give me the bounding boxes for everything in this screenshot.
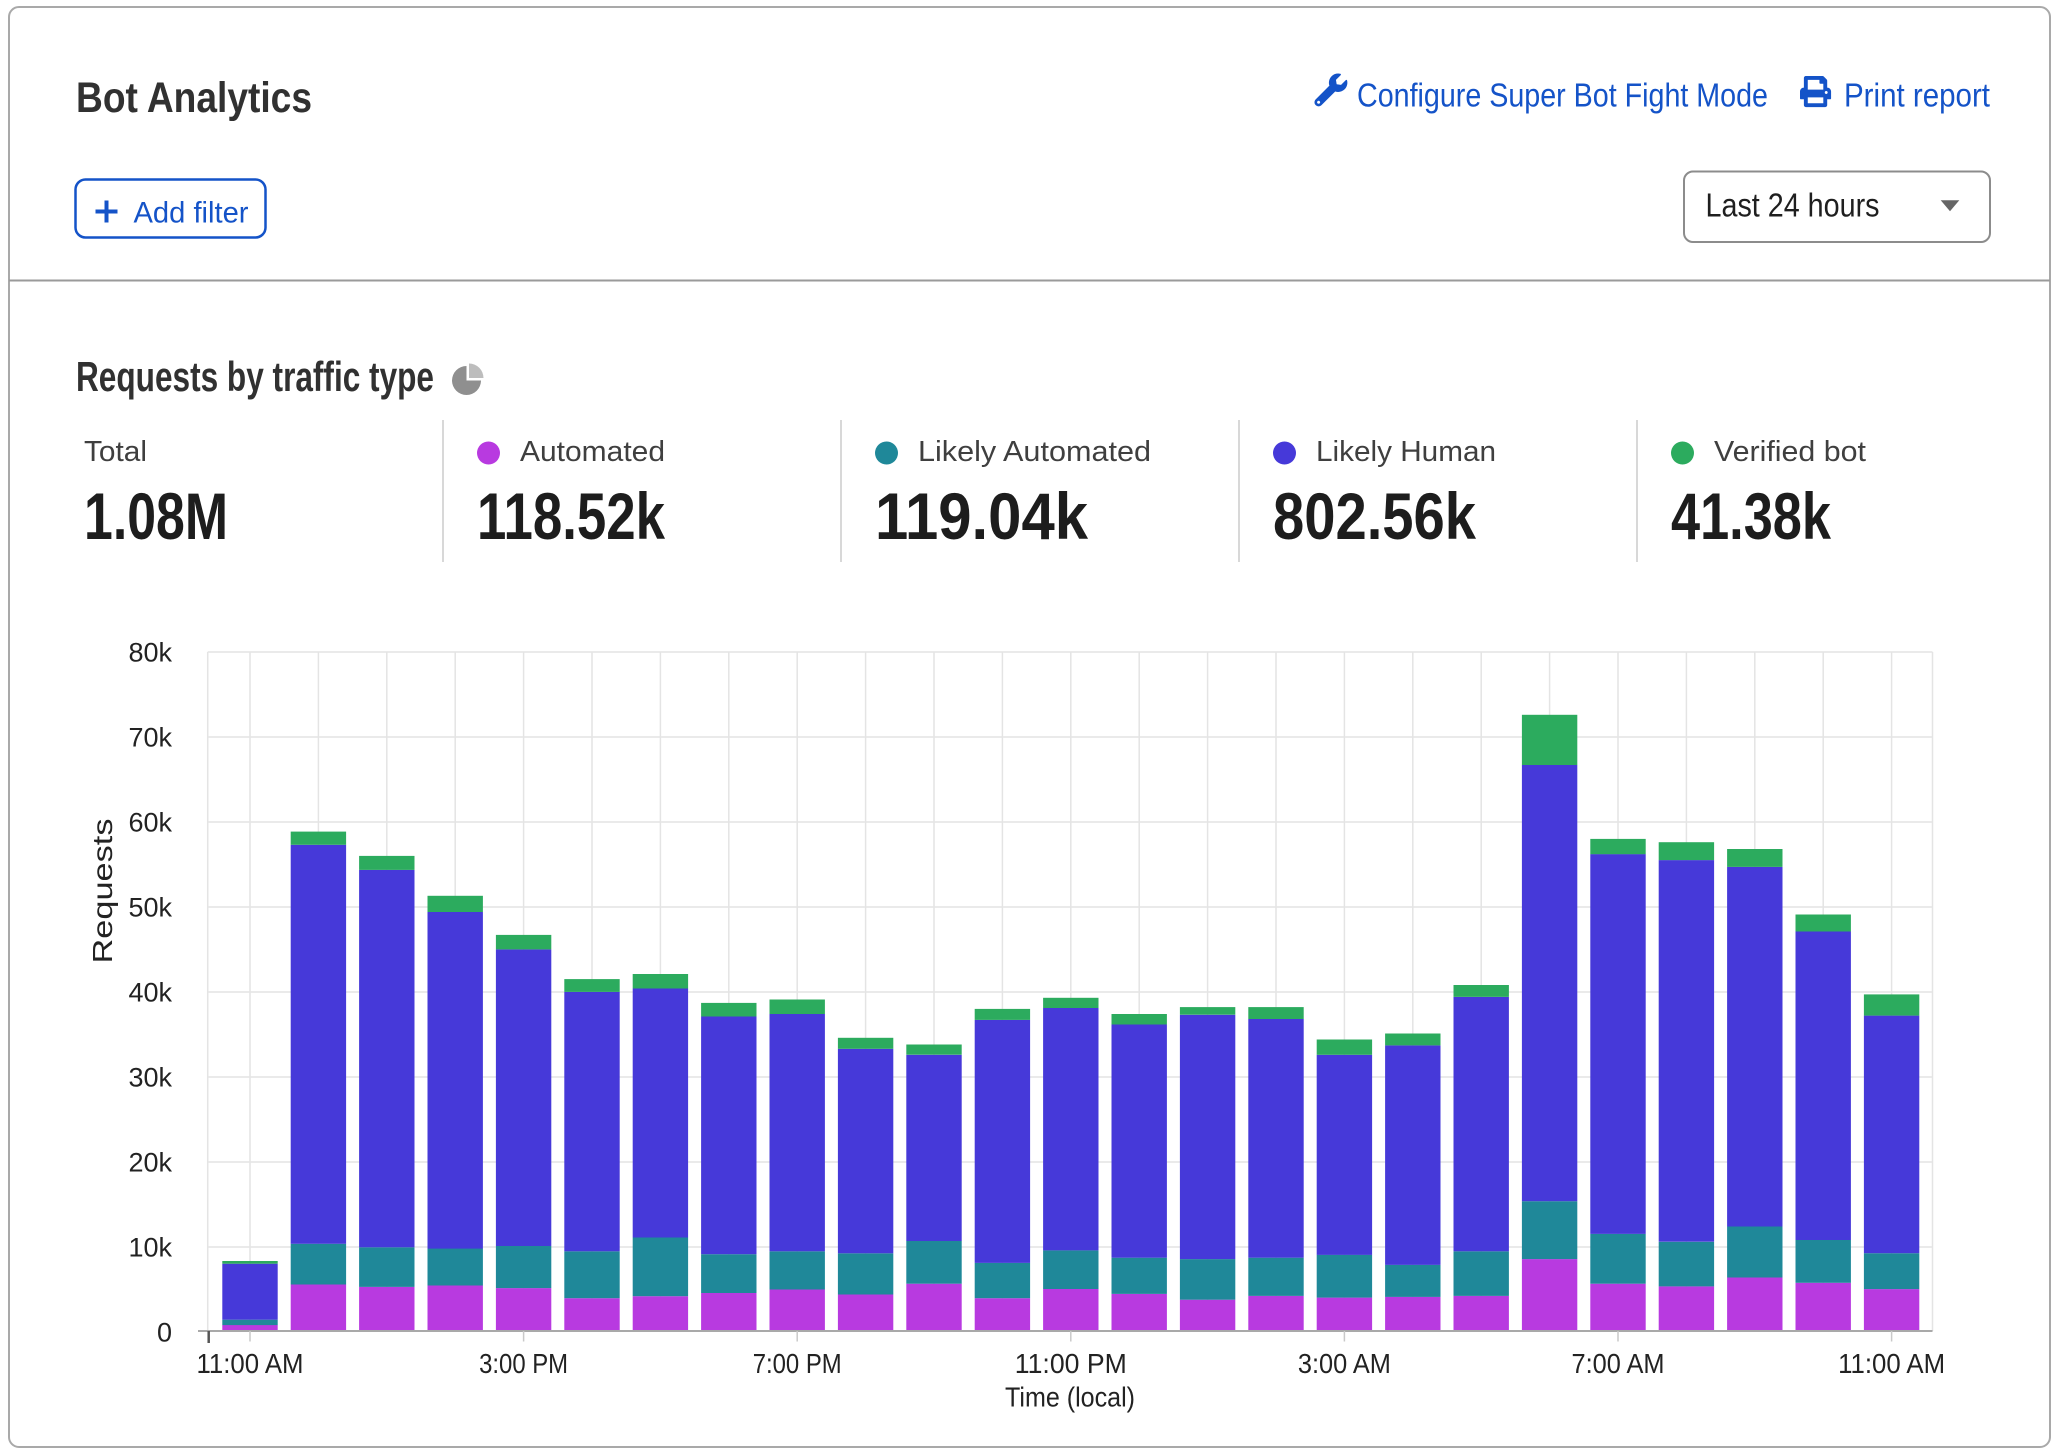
svg-text:40k: 40k (128, 978, 172, 1008)
svg-text:Last 24 hours: Last 24 hours (1706, 187, 1880, 224)
svg-text:Configure Super Bot Fight Mode: Configure Super Bot Fight Mode (1357, 77, 1768, 114)
svg-text:30k: 30k (128, 1063, 172, 1093)
svg-text:Verified bot: Verified bot (1714, 436, 1866, 468)
svg-text:Time (local): Time (local) (1005, 1382, 1135, 1413)
svg-text:10k: 10k (128, 1233, 172, 1263)
svg-text:60k: 60k (128, 808, 172, 838)
svg-text:70k: 70k (128, 723, 172, 753)
svg-text:Requests: Requests (87, 819, 118, 964)
svg-text:Add filter: Add filter (134, 197, 249, 230)
svg-text:Likely Automated: Likely Automated (918, 436, 1151, 468)
svg-text:Bot Analytics: Bot Analytics (76, 74, 312, 122)
svg-text:Likely Human: Likely Human (1316, 436, 1496, 468)
svg-text:118.52k: 118.52k (477, 479, 665, 553)
svg-text:Total: Total (84, 436, 147, 468)
svg-text:0: 0 (157, 1318, 172, 1348)
svg-text:3:00 PM: 3:00 PM (479, 1348, 568, 1379)
svg-text:50k: 50k (128, 893, 172, 923)
svg-text:7:00 AM: 7:00 AM (1572, 1348, 1665, 1379)
svg-text:Print report: Print report (1844, 77, 1990, 114)
svg-text:119.04k: 119.04k (875, 479, 1088, 553)
svg-text:80k: 80k (128, 638, 172, 668)
svg-text:Requests by traffic type: Requests by traffic type (76, 353, 434, 400)
svg-text:7:00 PM: 7:00 PM (753, 1348, 842, 1379)
svg-text:20k: 20k (128, 1148, 172, 1178)
svg-text:11:00 PM: 11:00 PM (1015, 1348, 1127, 1379)
svg-text:1.08M: 1.08M (84, 479, 228, 553)
svg-text:802.56k: 802.56k (1273, 479, 1476, 553)
svg-text:41.38k: 41.38k (1671, 479, 1831, 553)
svg-text:Automated: Automated (520, 436, 665, 468)
svg-text:3:00 AM: 3:00 AM (1298, 1348, 1391, 1379)
svg-text:11:00 AM: 11:00 AM (1838, 1348, 1945, 1379)
svg-text:11:00 AM: 11:00 AM (197, 1348, 304, 1379)
